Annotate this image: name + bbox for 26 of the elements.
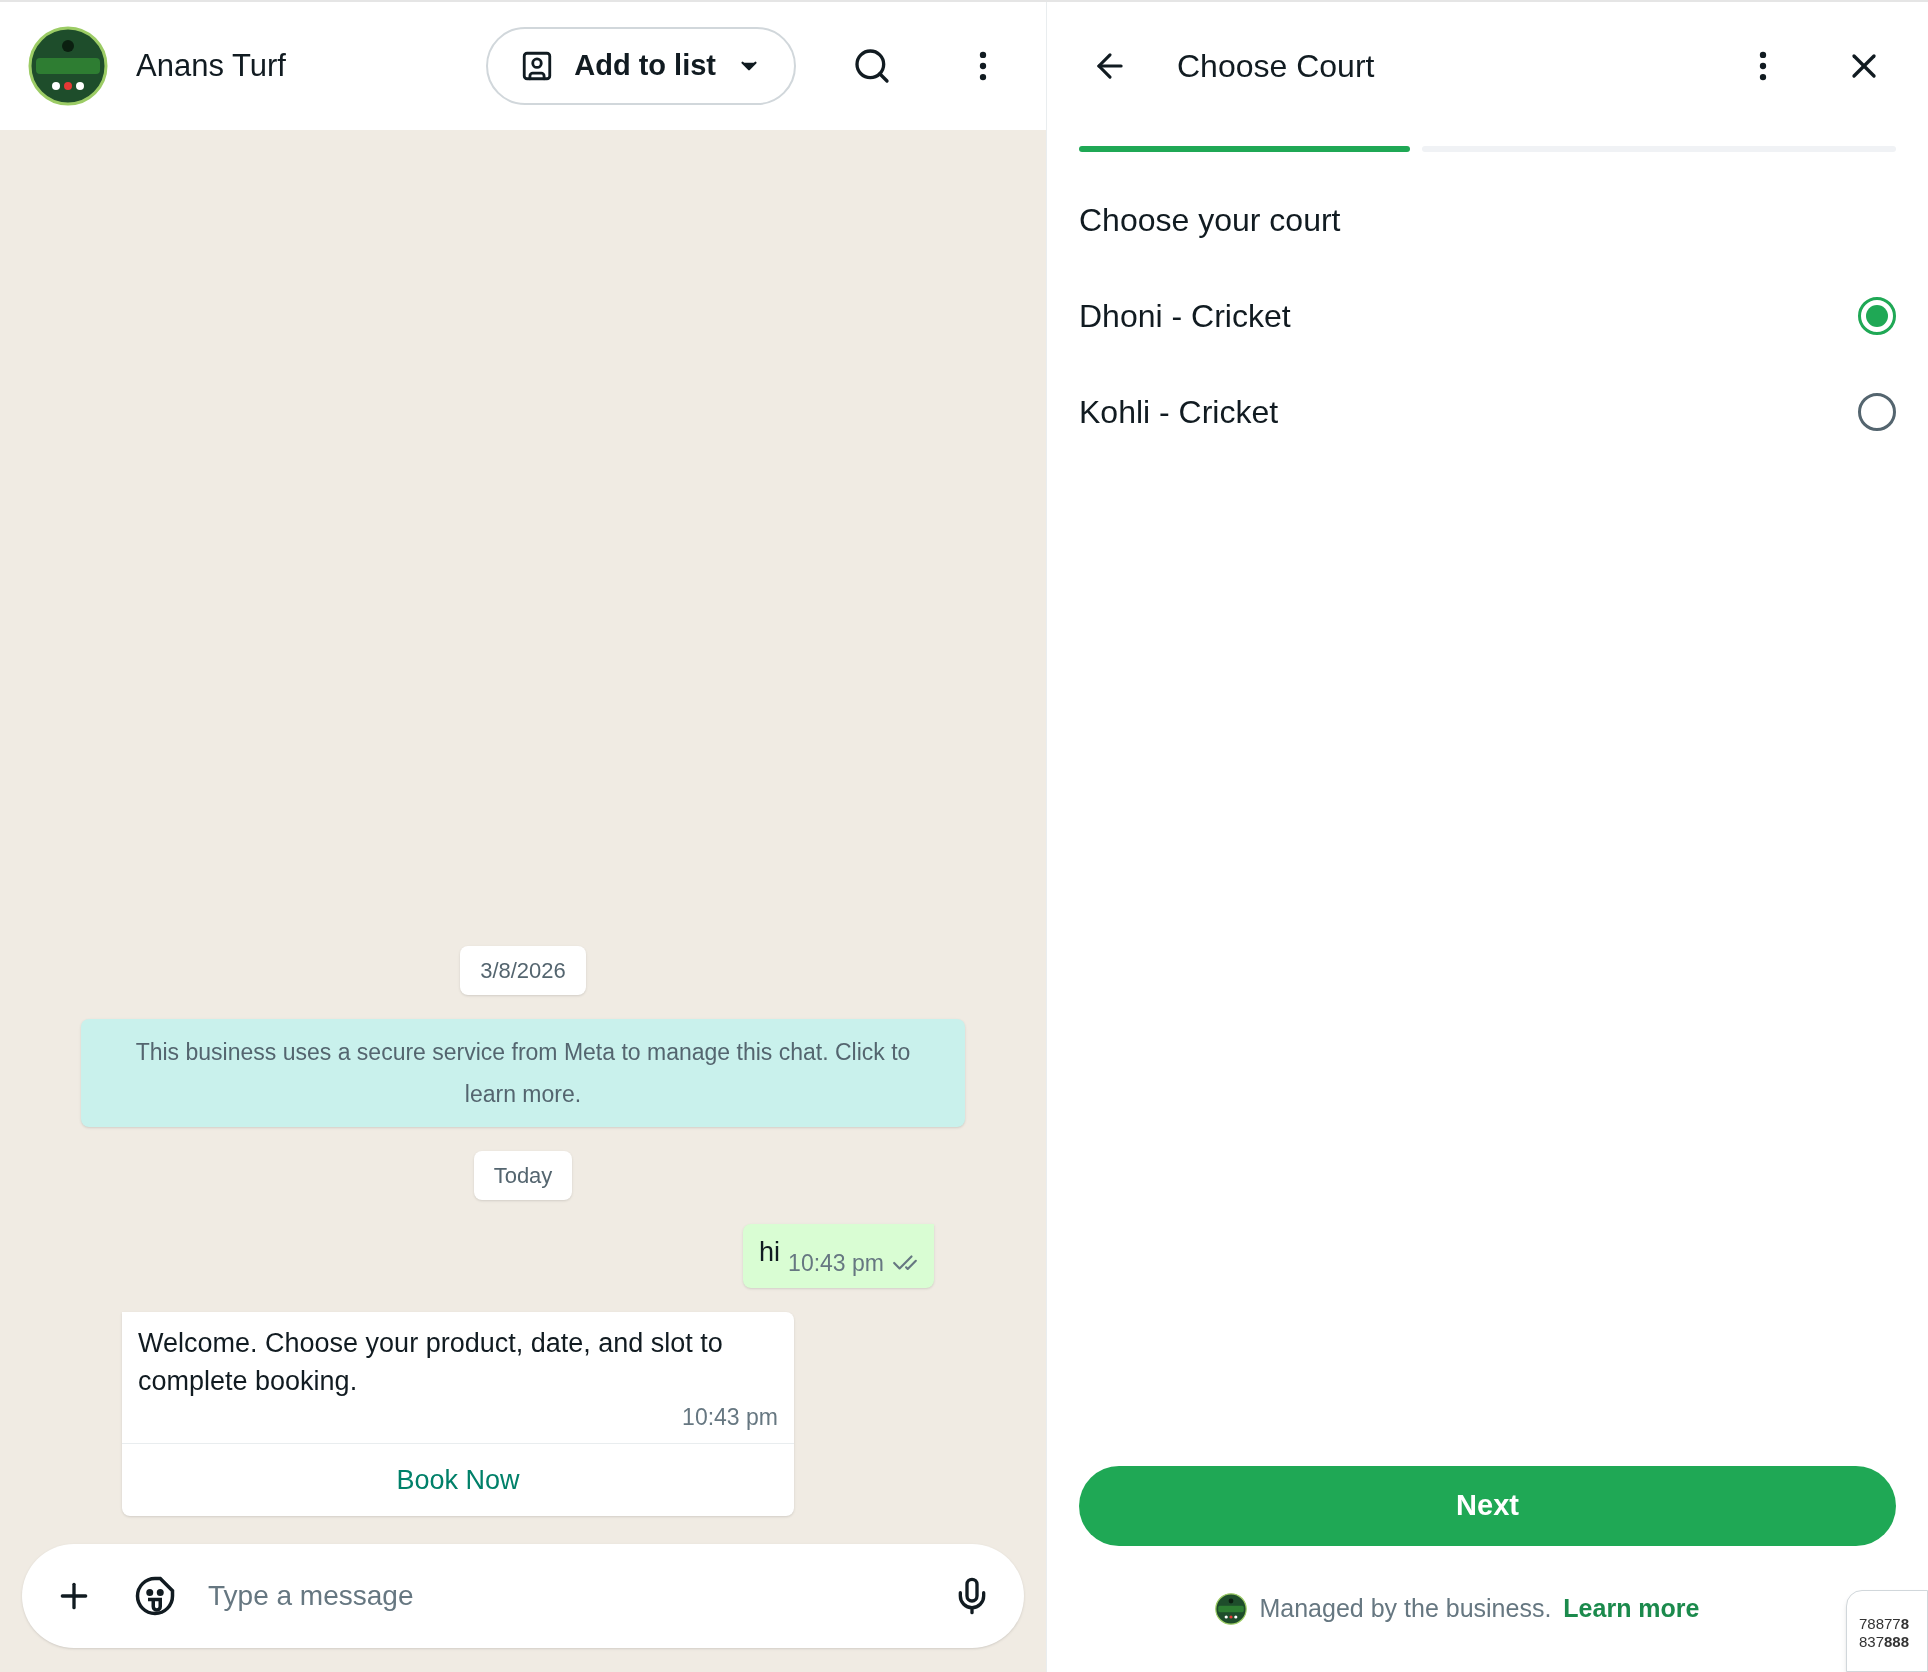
sticker-icon[interactable] [134,1575,176,1617]
message-composer[interactable]: Type a message [22,1544,1024,1648]
option-label[interactable]: Dhoni - Cricket [1079,292,1291,340]
message-time: 10:43 pm [788,1248,884,1278]
message-input[interactable]: Type a message [208,1575,952,1617]
section-heading: Choose your court [1079,201,1342,240]
date-chip: 3/8/2026 [460,945,586,995]
managed-text: Managed by the business. [1259,1593,1552,1625]
message-text: Welcome. Choose your product, date, and slot to complete booking. [138,1327,724,1398]
message-time: 10:43 pm [682,1403,778,1432]
add-to-list-button[interactable]: Add to list [486,27,796,105]
date-chip: Today [473,1150,573,1200]
search-icon[interactable] [852,46,892,86]
card-text: 788778 [1859,1615,1911,1633]
card-text: 837888 [1859,1633,1911,1651]
chat-name: Anans Turf [136,46,286,85]
panel-title: Choose Court [1177,47,1375,86]
message-text: hi [759,1235,781,1269]
system-message[interactable]: This business uses a secure service from Meta to manage this chat. Click to learn more. [81,1018,965,1127]
book-now-button[interactable]: Book Now [396,1459,520,1500]
radio-button[interactable] [1858,393,1896,431]
learn-more-link[interactable]: Learn more [1563,1590,1700,1628]
next-button[interactable]: Next [1079,1466,1896,1546]
radio-button[interactable] [1858,297,1896,335]
option-label[interactable]: Kohli - Cricket [1079,388,1279,436]
business-logo [1215,1593,1248,1625]
